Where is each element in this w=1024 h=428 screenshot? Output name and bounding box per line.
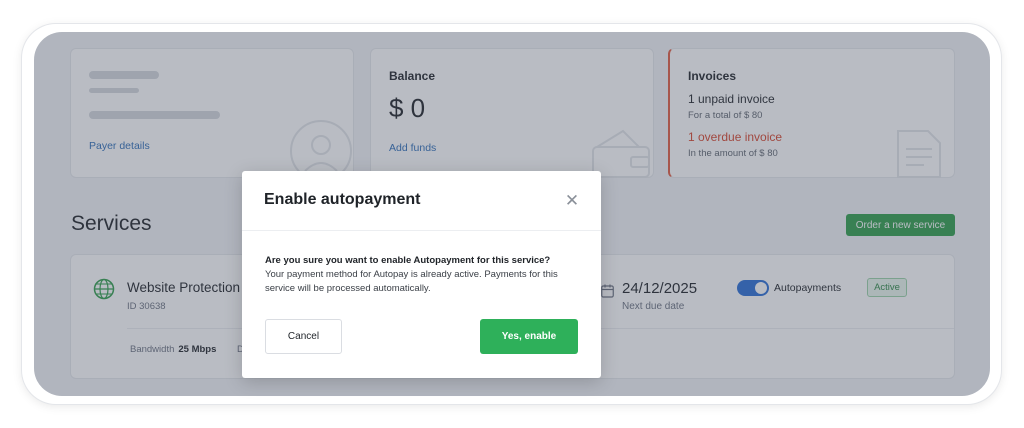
dialog-title: Enable autopayment xyxy=(264,191,421,208)
yes-enable-button[interactable]: Yes, enable xyxy=(480,319,578,354)
close-icon[interactable]: ✕ xyxy=(564,192,580,209)
enable-autopayment-dialog: Enable autopayment ✕ Are you sure you wa… xyxy=(242,171,601,378)
dialog-question: Are you sure you want to enable Autopaym… xyxy=(265,255,551,266)
cancel-button[interactable]: Cancel xyxy=(265,319,342,354)
dialog-divider xyxy=(242,230,601,231)
dialog-body: Your payment method for Autopay is alrea… xyxy=(265,269,558,294)
